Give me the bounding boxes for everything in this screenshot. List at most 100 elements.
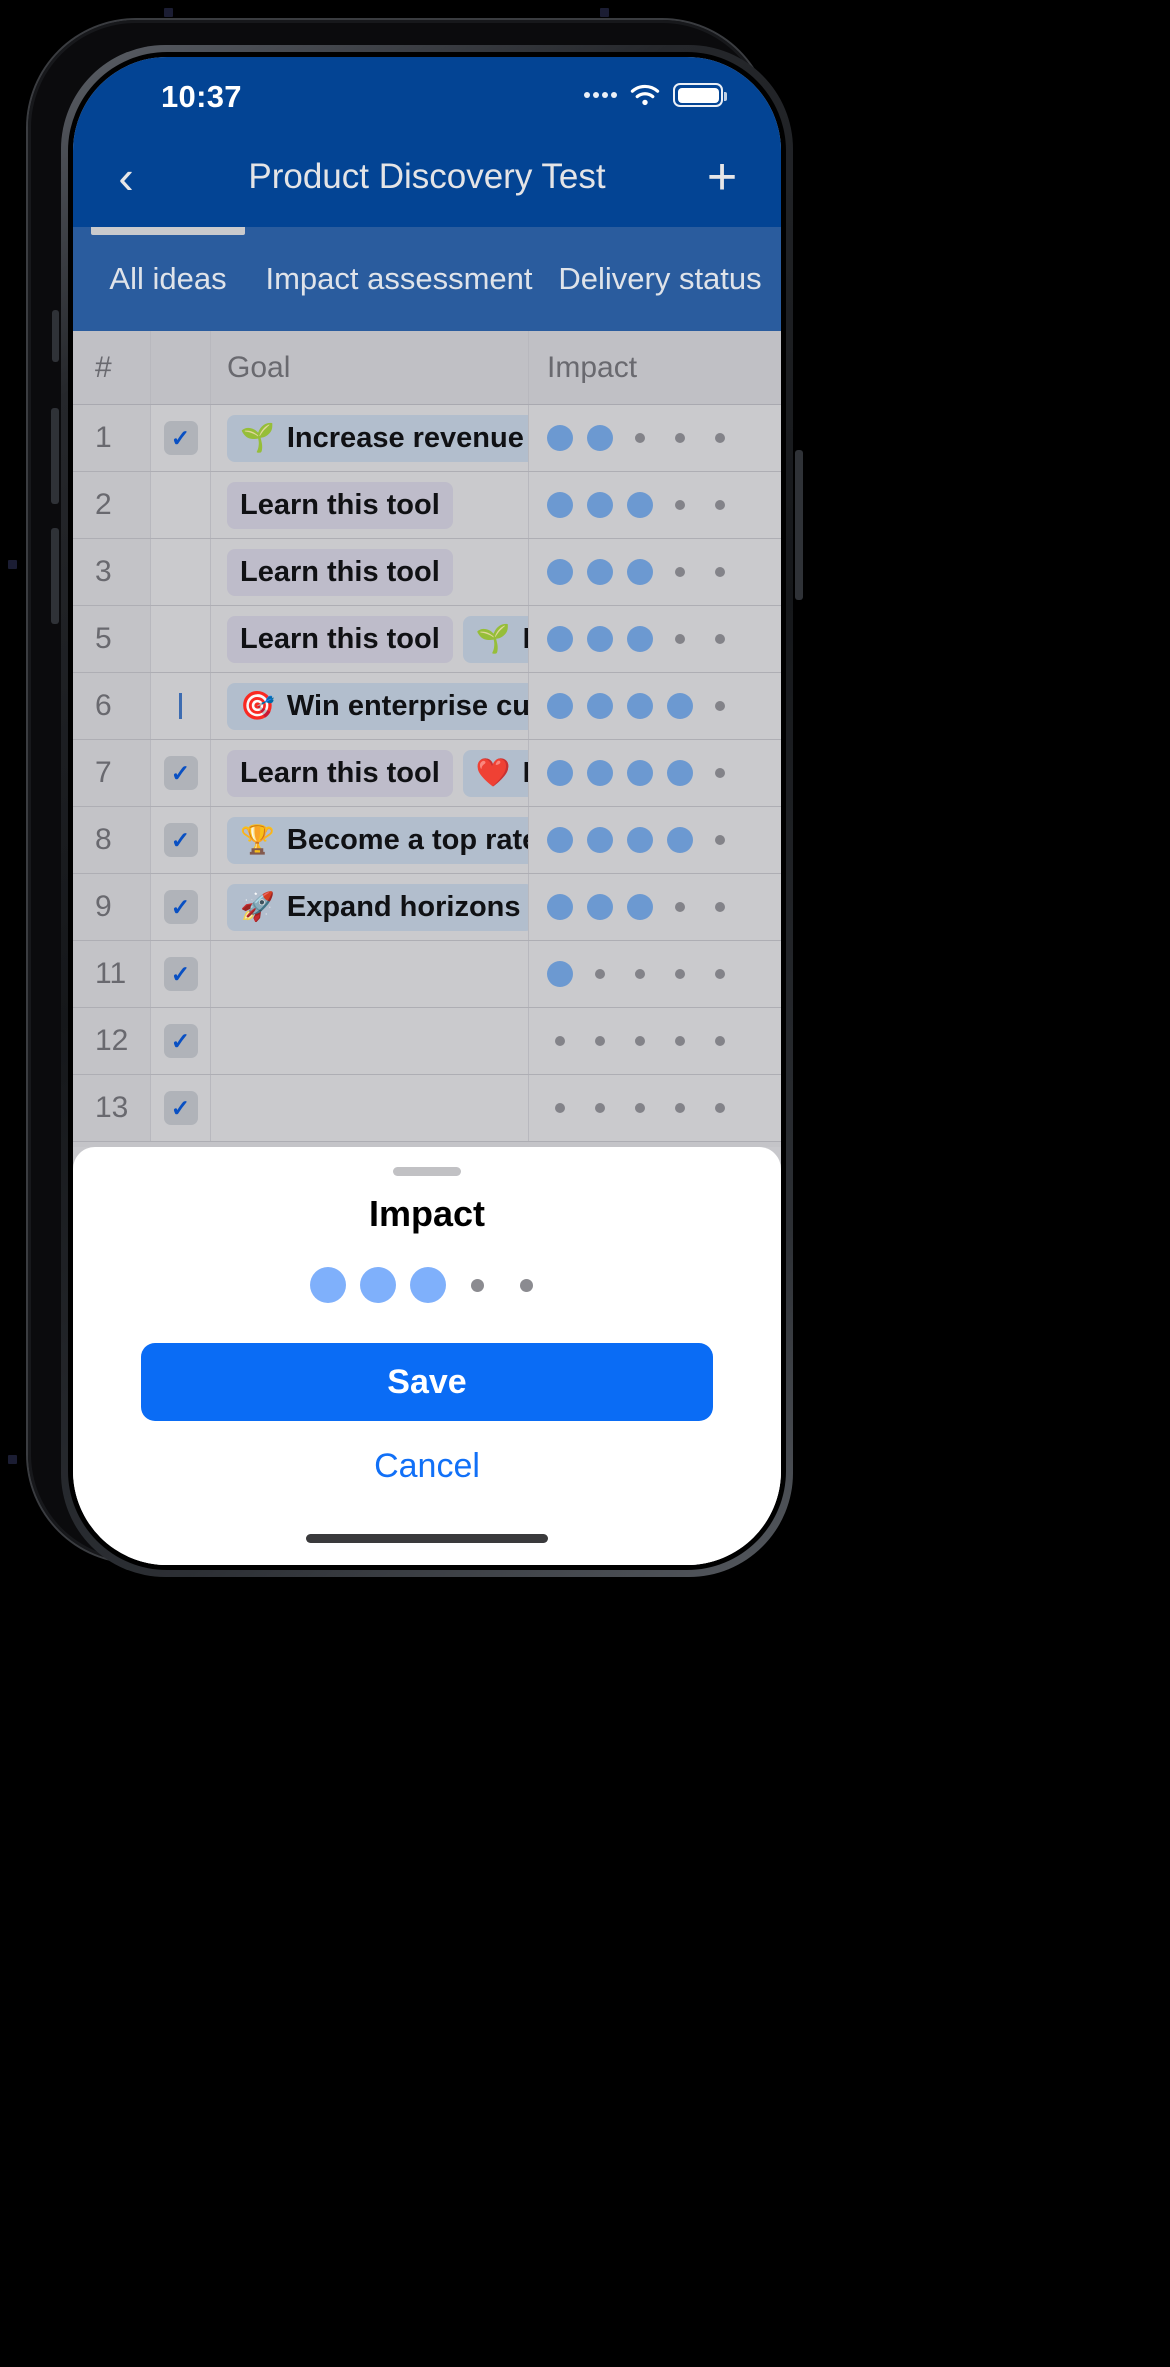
- impact-cell[interactable]: [529, 874, 781, 940]
- impact-dot-empty[interactable]: [715, 969, 725, 979]
- table-row[interactable]: 12 ✓: [73, 1008, 781, 1075]
- table-row[interactable]: 1 ✓ 🌱 Increase revenue: [73, 405, 781, 472]
- impact-cell[interactable]: [529, 740, 781, 806]
- goal-cell[interactable]: Learn this tool ❤️ Del: [211, 740, 529, 806]
- cancel-button[interactable]: Cancel: [73, 1447, 781, 1486]
- sheet-rating-dot-filled[interactable]: [360, 1267, 396, 1303]
- impact-dot-empty[interactable]: [715, 567, 725, 577]
- goal-tag[interactable]: 🎯 Win enterprise cust: [227, 682, 528, 730]
- column-header-impact[interactable]: Impact: [529, 331, 781, 404]
- table-row[interactable]: 9 ✓ 🚀 Expand horizons: [73, 874, 781, 941]
- impact-cell[interactable]: [529, 405, 781, 471]
- goal-tag[interactable]: 🚀 Expand horizons: [227, 883, 528, 931]
- impact-cell[interactable]: [529, 1075, 781, 1141]
- row-checkbox-cell[interactable]: [151, 673, 211, 739]
- table-row[interactable]: 8 ✓ 🏆 Become a top rated: [73, 807, 781, 874]
- checkmark-icon[interactable]: ✓: [163, 957, 198, 991]
- impact-dot-filled[interactable]: [547, 894, 573, 920]
- checkmark-icon[interactable]: ✓: [163, 823, 198, 857]
- impact-dot-filled[interactable]: [587, 425, 613, 451]
- sheet-rating-dot-filled[interactable]: [310, 1267, 346, 1303]
- goal-cell[interactable]: Learn this tool: [211, 539, 529, 605]
- impact-dot-filled[interactable]: [627, 827, 653, 853]
- impact-dot-filled[interactable]: [587, 626, 613, 652]
- impact-dot-empty[interactable]: [715, 1103, 725, 1113]
- impact-dot-empty[interactable]: [595, 1103, 605, 1113]
- impact-dot-filled[interactable]: [547, 626, 573, 652]
- goal-cell[interactable]: 🏆 Become a top rated: [211, 807, 529, 873]
- table-row[interactable]: 5 Learn this tool 🌱 Inc: [73, 606, 781, 673]
- row-checkbox-cell[interactable]: ✓: [151, 941, 211, 1007]
- goal-tag[interactable]: Learn this tool: [227, 481, 453, 529]
- impact-dot-filled[interactable]: [627, 626, 653, 652]
- goal-cell[interactable]: [211, 1075, 529, 1141]
- row-checkbox-cell[interactable]: ✓: [151, 807, 211, 873]
- table-row[interactable]: 2 Learn this tool: [73, 472, 781, 539]
- impact-dot-filled[interactable]: [547, 425, 573, 451]
- impact-dot-filled[interactable]: [667, 760, 693, 786]
- impact-dot-empty[interactable]: [675, 902, 685, 912]
- power-button[interactable]: [795, 450, 803, 600]
- sheet-rating-dot-filled[interactable]: [410, 1267, 446, 1303]
- impact-dot-empty[interactable]: [675, 433, 685, 443]
- checkmark-icon[interactable]: ✓: [163, 756, 198, 790]
- impact-bottom-sheet[interactable]: Impact Save Cancel: [73, 1147, 781, 1565]
- impact-dot-filled[interactable]: [587, 693, 613, 719]
- impact-dot-empty[interactable]: [675, 500, 685, 510]
- goal-cell[interactable]: [211, 941, 529, 1007]
- impact-dot-filled[interactable]: [547, 693, 573, 719]
- impact-dot-filled[interactable]: [547, 559, 573, 585]
- save-button[interactable]: Save: [141, 1343, 713, 1421]
- impact-dot-filled[interactable]: [547, 760, 573, 786]
- impact-cell[interactable]: [529, 606, 781, 672]
- impact-cell[interactable]: [529, 941, 781, 1007]
- column-header-goal[interactable]: Goal: [211, 331, 529, 404]
- row-checkbox-cell[interactable]: ✓: [151, 1075, 211, 1141]
- goal-cell[interactable]: [211, 1008, 529, 1074]
- impact-dot-empty[interactable]: [555, 1036, 565, 1046]
- impact-dot-filled[interactable]: [547, 827, 573, 853]
- impact-dot-empty[interactable]: [675, 1103, 685, 1113]
- impact-dot-empty[interactable]: [715, 835, 725, 845]
- checkmark-icon[interactable]: ✓: [163, 890, 198, 924]
- impact-cell[interactable]: [529, 807, 781, 873]
- impact-dot-empty[interactable]: [675, 1036, 685, 1046]
- row-checkbox-cell[interactable]: [151, 606, 211, 672]
- checkmark-icon[interactable]: ✓: [163, 421, 198, 455]
- impact-dot-filled[interactable]: [667, 693, 693, 719]
- impact-dot-filled[interactable]: [627, 760, 653, 786]
- impact-dot-filled[interactable]: [547, 961, 573, 987]
- goal-tag[interactable]: ❤️ Del: [462, 749, 528, 797]
- impact-cell[interactable]: [529, 673, 781, 739]
- table-row[interactable]: 6 🎯 Win enterprise cust: [73, 673, 781, 740]
- goal-cell[interactable]: 🎯 Win enterprise cust: [211, 673, 529, 739]
- sheet-rating-dot-empty[interactable]: [471, 1278, 484, 1292]
- goal-cell[interactable]: Learn this tool 🌱 Inc: [211, 606, 529, 672]
- impact-dot-empty[interactable]: [715, 701, 725, 711]
- add-icon[interactable]: +: [683, 127, 761, 227]
- checkbox-empty-icon[interactable]: [164, 555, 198, 589]
- impact-dot-empty[interactable]: [715, 1036, 725, 1046]
- table-row[interactable]: 3 Learn this tool: [73, 539, 781, 606]
- impact-dot-filled[interactable]: [587, 827, 613, 853]
- impact-dot-empty[interactable]: [635, 1103, 645, 1113]
- impact-dot-empty[interactable]: [635, 969, 645, 979]
- impact-dot-empty[interactable]: [675, 567, 685, 577]
- impact-dot-filled[interactable]: [667, 827, 693, 853]
- goal-tag[interactable]: Learn this tool: [227, 548, 453, 596]
- checkbox-empty-icon[interactable]: [164, 488, 198, 522]
- impact-cell[interactable]: [529, 472, 781, 538]
- impact-cell[interactable]: [529, 539, 781, 605]
- tab-impact-assessment[interactable]: Impact assessment: [263, 227, 535, 331]
- impact-dot-empty[interactable]: [715, 433, 725, 443]
- goal-tag[interactable]: 🌱 Inc: [462, 615, 528, 663]
- sheet-drag-handle[interactable]: [393, 1167, 461, 1176]
- impact-dot-empty[interactable]: [555, 1103, 565, 1113]
- impact-cell[interactable]: [529, 1008, 781, 1074]
- goal-cell[interactable]: 🌱 Increase revenue: [211, 405, 529, 471]
- home-indicator[interactable]: [306, 1534, 548, 1543]
- impact-dot-filled[interactable]: [627, 559, 653, 585]
- volume-up-button[interactable]: [51, 408, 59, 504]
- checkbox-empty-icon[interactable]: [164, 622, 198, 656]
- cursor-bar-icon[interactable]: [164, 689, 198, 723]
